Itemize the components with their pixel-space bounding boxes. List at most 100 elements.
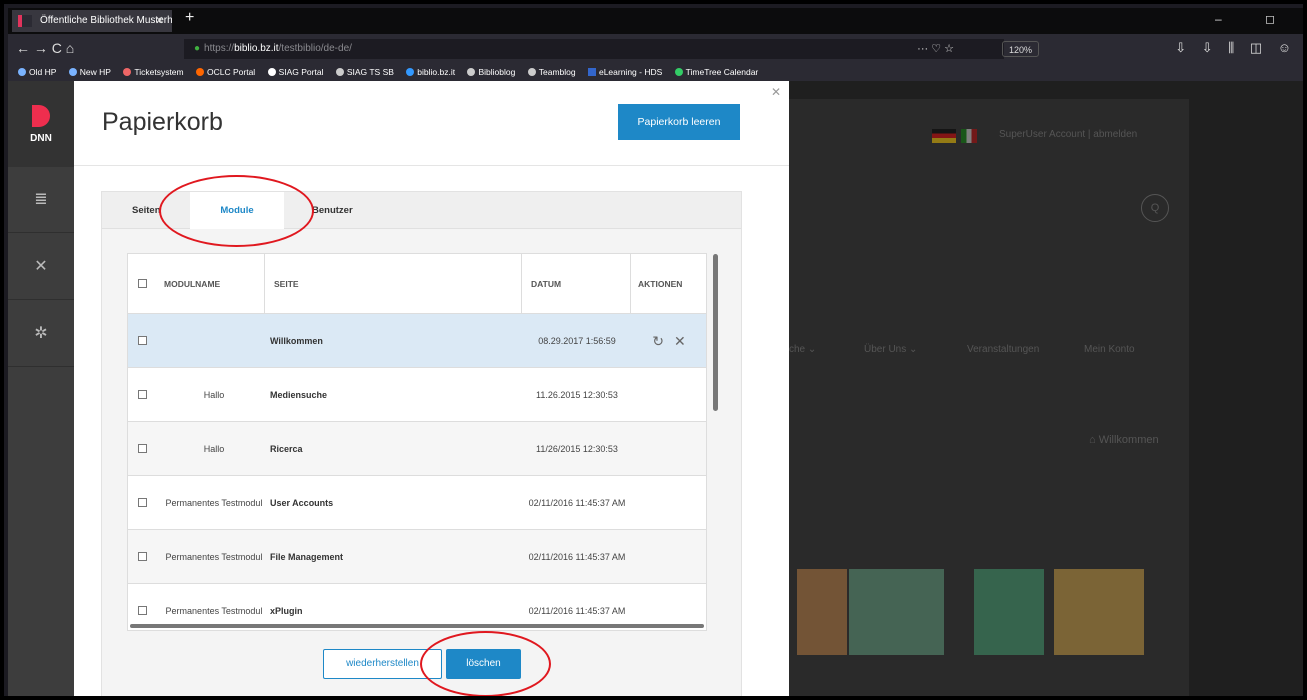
- table-header: MODULNAME SEITE DATUM AKTIONEN: [128, 254, 706, 314]
- dnn-logo-mark: [32, 105, 50, 127]
- divider: [264, 254, 265, 314]
- zoom-level-badge[interactable]: 120%: [1002, 41, 1040, 57]
- page-cell: Ricerca: [270, 444, 303, 454]
- book-cover-image: [974, 569, 1044, 655]
- bookmark-icon: [674, 68, 683, 76]
- bookmark-item[interactable]: SIAG TS SB: [335, 64, 394, 81]
- column-header-module[interactable]: MODULNAME: [164, 254, 220, 314]
- screen: Öffentliche Bibliothek Musterh ✕ + – ◻ ←…: [0, 0, 1307, 700]
- divider: [630, 254, 631, 314]
- row-checkbox[interactable]: [138, 552, 147, 561]
- tools-icon[interactable]: ✕: [8, 234, 74, 300]
- date-cell: 11/26/2015 12:30:53: [536, 444, 618, 454]
- table-row[interactable]: Willkommen 08.29.2017 1:56:59 ↻ ✕: [128, 314, 706, 368]
- bookmark-item[interactable]: OCLC Portal: [196, 64, 255, 81]
- page-cell: Willkommen: [270, 336, 323, 346]
- modules-table: MODULNAME SEITE DATUM AKTIONEN Willkomme…: [127, 253, 707, 631]
- content-icon[interactable]: ≣: [8, 167, 74, 233]
- menu-item: Veranstaltungen: [967, 344, 1040, 355]
- bookmark-icon: [68, 68, 77, 76]
- home-icon: ⌂: [1089, 434, 1099, 446]
- select-all-checkbox[interactable]: [138, 279, 147, 288]
- dnn-logo[interactable]: DNN: [8, 81, 74, 167]
- url-prefix: https://: [204, 43, 235, 54]
- bookmark-item[interactable]: SIAG Portal: [267, 64, 323, 81]
- bookmark-icon: [406, 68, 415, 76]
- column-header-date[interactable]: DATUM: [531, 254, 561, 314]
- toolbar-icons[interactable]: ⇩ ⇩ ⫼ ◫ ☺: [1175, 40, 1297, 56]
- page-cell: User Accounts: [270, 498, 334, 508]
- row-checkbox[interactable]: [138, 390, 147, 399]
- dnn-logo-text: DNN: [30, 133, 52, 144]
- website-panel: SuperUser Account | abmelden Q che ⌄ Übe…: [789, 99, 1189, 696]
- module-name-cell: Hallo: [203, 389, 225, 400]
- bookmarks-bar: Old HP New HP Ticketsystem OCLC Portal S…: [8, 64, 1303, 81]
- breadcrumb-home: ⌂ Willkommen: [1089, 434, 1159, 446]
- page-actions-icons[interactable]: ··· ♡ ☆: [917, 39, 954, 59]
- date-cell: 08.29.2017 1:56:59: [538, 336, 616, 346]
- book-cover-image: [1054, 569, 1144, 655]
- column-header-actions: AKTIONEN: [638, 279, 683, 289]
- row-checkbox[interactable]: [138, 444, 147, 453]
- table-row[interactable]: Hallo Ricerca 11/26/2015 12:30:53: [128, 422, 706, 476]
- table-row[interactable]: Permanentes Testmodul User Accounts 02/1…: [128, 476, 706, 530]
- close-icon[interactable]: ✕: [771, 85, 781, 99]
- date-cell: 02/11/2016 11:45:37 AM: [528, 498, 626, 508]
- annotation-circle: [159, 175, 314, 247]
- bookmark-icon: [267, 68, 276, 76]
- page-cell: Mediensuche: [270, 390, 328, 400]
- book-cover-image: [849, 569, 944, 655]
- new-tab-button[interactable]: +: [185, 9, 194, 27]
- date-cell: 11.26.2015 12:30:53: [536, 390, 618, 400]
- menu-item: Über Uns ⌄: [864, 344, 918, 355]
- settings-icon[interactable]: ✲: [8, 301, 74, 367]
- bookmark-item[interactable]: Ticketsystem: [123, 64, 184, 81]
- window-controls[interactable]: – ◻: [1215, 12, 1295, 26]
- tabs-panel: Seiten Module Benutzer MODULNAME SEITE D…: [101, 191, 742, 696]
- globe-icon: [527, 68, 536, 76]
- browser-tab[interactable]: Öffentliche Bibliothek Musterh ✕: [12, 10, 172, 32]
- close-tab-icon[interactable]: ✕: [155, 10, 164, 32]
- horizontal-scrollbar[interactable]: [130, 624, 704, 628]
- page-cell: File Management: [270, 552, 344, 562]
- search-icon: Q: [1141, 194, 1169, 222]
- bookmark-item[interactable]: Teamblog: [527, 64, 576, 81]
- bookmark-item[interactable]: Biblioblog: [467, 64, 515, 81]
- browser-tab-title: Öffentliche Bibliothek Musterh: [40, 15, 172, 26]
- tab-pages[interactable]: Seiten: [132, 192, 161, 229]
- row-checkbox[interactable]: [138, 606, 147, 615]
- browser-nav-bar: ← → C ⌂ ● https://biblio.bz.it/testbiblio…: [8, 34, 1303, 64]
- bookmark-item[interactable]: TimeTree Calendar: [674, 64, 758, 81]
- empty-recycle-bin-button[interactable]: Papierkorb leeren: [618, 104, 740, 140]
- tab-users[interactable]: Benutzer: [312, 192, 353, 229]
- menu-item: che ⌄: [789, 344, 817, 355]
- dnn-favicon-icon: [18, 15, 32, 27]
- address-bar[interactable]: ● https://biblio.bz.it/testbiblio/de-de/ …: [184, 39, 1040, 59]
- date-cell: 02/11/2016 11:45:37 AM: [528, 552, 626, 562]
- url-path: /testbiblio/de-de/: [278, 43, 352, 54]
- row-checkbox[interactable]: [138, 336, 147, 345]
- module-name-cell: [164, 314, 264, 368]
- bookmark-item[interactable]: New HP: [68, 64, 111, 81]
- table-row[interactable]: Hallo Mediensuche 11.26.2015 12:30:53: [128, 368, 706, 422]
- account-links: SuperUser Account | abmelden: [999, 129, 1138, 140]
- column-header-page[interactable]: SEITE: [274, 254, 299, 314]
- persona-bar: DNN ≣ ✕ ✲: [8, 81, 74, 696]
- row-actions: ↻ ✕: [634, 314, 704, 368]
- globe-icon: [335, 68, 344, 76]
- module-name-cell: Permanentes Testmodul: [165, 497, 263, 508]
- bookmark-icon: [196, 68, 204, 76]
- divider: [521, 254, 522, 314]
- row-checkbox[interactable]: [138, 498, 147, 507]
- page-title: Papierkorb: [102, 108, 223, 136]
- book-cover-image: [797, 569, 847, 655]
- bookmark-item[interactable]: Old HP: [18, 64, 56, 81]
- vertical-scrollbar[interactable]: [713, 254, 718, 411]
- table-row[interactable]: Permanentes Testmodul File Management 02…: [128, 530, 706, 584]
- restore-icon[interactable]: ↻: [652, 333, 664, 350]
- navigation-icons[interactable]: ← → C ⌂: [16, 40, 74, 56]
- bookmark-item[interactable]: eLearning - HDS: [587, 64, 662, 81]
- bookmark-item[interactable]: biblio.bz.it: [406, 64, 455, 81]
- delete-icon[interactable]: ✕: [674, 333, 686, 350]
- bookmark-icon: [587, 68, 596, 76]
